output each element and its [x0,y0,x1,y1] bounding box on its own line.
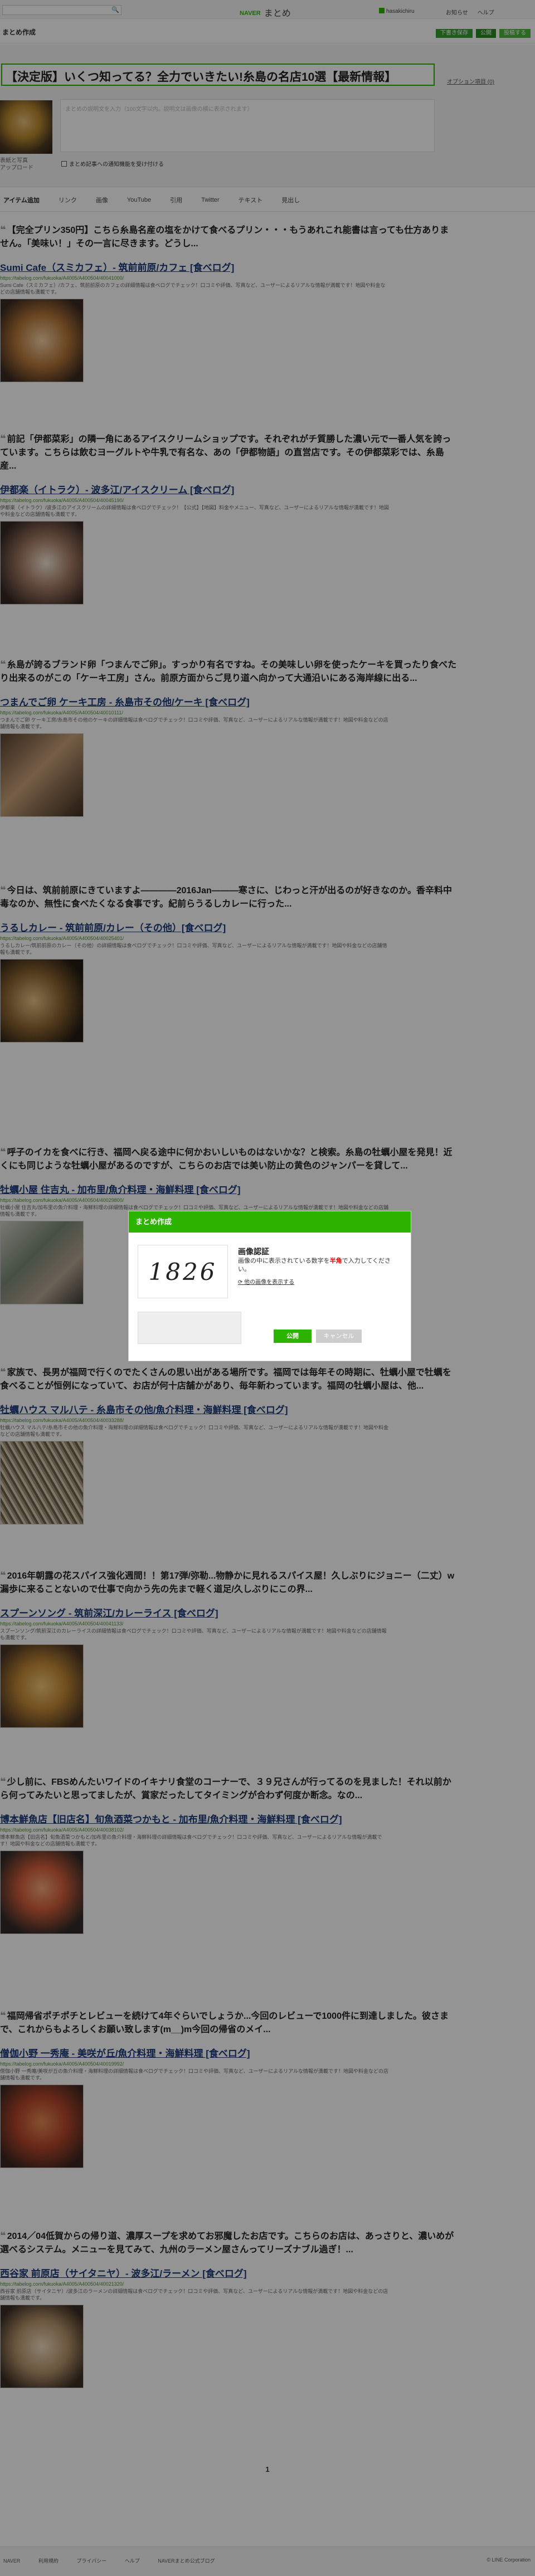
captcha-title: 画像認証 [238,1247,269,1256]
dialog-header: まとめ作成 [129,1211,411,1233]
captcha-submit-button[interactable]: 公開 [274,1330,312,1343]
captcha-cancel-button[interactable]: キャンセル [316,1330,362,1343]
captcha-input[interactable] [138,1312,241,1344]
refresh-icon: ⟳ [238,1279,245,1285]
captcha-instructions: 画像の中に表示されている数字を半角で入力してください。 [238,1258,391,1273]
captcha-dialog: まとめ作成 1826 画像認証 画像の中に表示されている数字を半角で入力してくだ… [128,1211,411,1361]
captcha-refresh-link[interactable]: ⟳ 他の画像を表示する [238,1277,294,1285]
captcha-image: 1826 [138,1245,228,1298]
